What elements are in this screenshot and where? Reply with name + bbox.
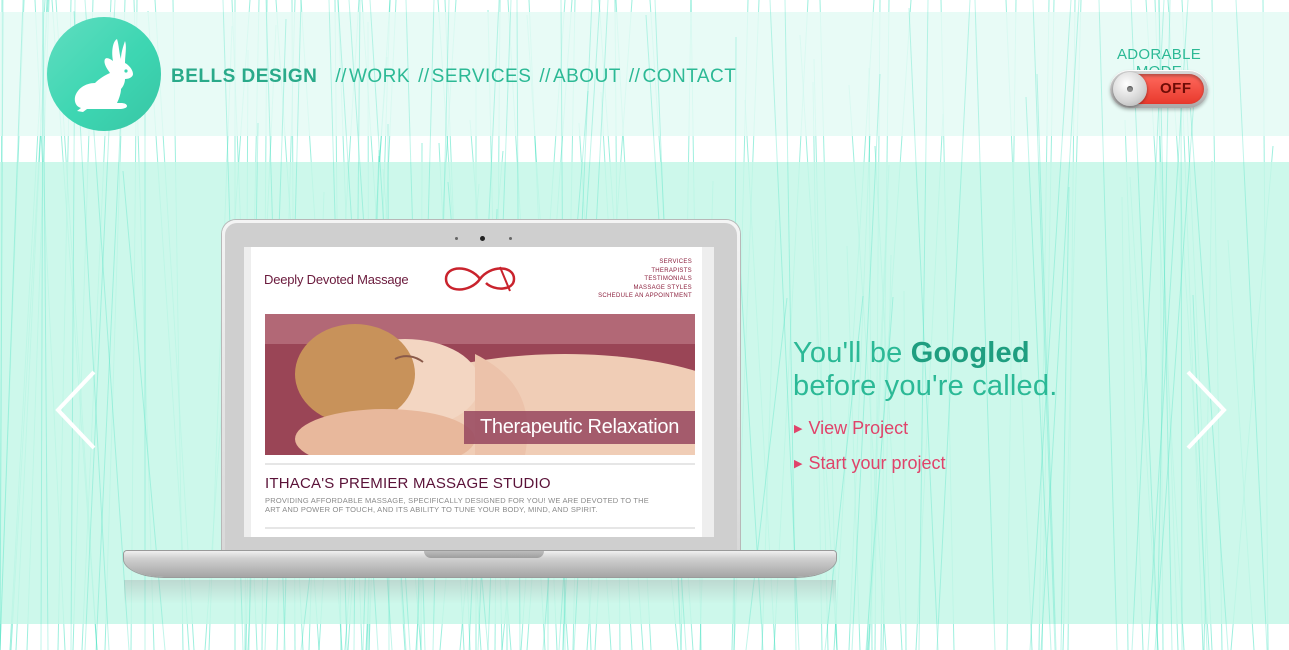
infinity-logo-icon [444, 266, 516, 292]
start-project-link[interactable]: ▶ Start your project [794, 453, 946, 474]
laptop-reflection [124, 580, 836, 604]
nav-separator: // [539, 66, 551, 87]
project-menu-item: THERAPISTS [651, 267, 692, 274]
project-site-title: Deeply Devoted Massage [264, 272, 409, 287]
nav-item-services[interactable]: SERVICES [432, 66, 532, 88]
site-logo[interactable] [47, 17, 161, 131]
toggle-state-label: OFF [1160, 80, 1192, 97]
start-project-label: Start your project [808, 453, 946, 473]
knob-dot-icon [1127, 86, 1133, 92]
triangle-right-icon: ▶ [794, 458, 803, 470]
project-site-body: PROVIDING AFFORDABLE MASSAGE, SPECIFICAL… [265, 496, 649, 514]
chevron-left-icon[interactable] [54, 370, 98, 450]
nav-separator: // [418, 66, 430, 87]
project-menu-item: SERVICES [659, 259, 692, 265]
tagline-prefix: You'll be [793, 337, 911, 369]
project-menu-item: MASSAGE STYLES [633, 284, 692, 291]
camera-sensor [509, 237, 512, 240]
nav-item-contact[interactable]: CONTACT [642, 66, 736, 88]
camera-sensor [455, 237, 458, 240]
nav-item-about[interactable]: ABOUT [553, 66, 621, 88]
project-menu-item: SCHEDULE AN APPOINTMENT [598, 293, 692, 299]
brand-link[interactable]: BELLS DESIGN [171, 66, 317, 88]
camera-icon [480, 236, 485, 241]
laptop-mockup: Deeply Devoted Massage SERVICES THERAPIS… [120, 218, 840, 608]
project-site-menu: SERVICES THERAPISTS TESTIMONIALS MASSAGE… [598, 258, 692, 301]
triangle-right-icon: ▶ [794, 423, 803, 435]
divider [265, 463, 695, 465]
divider [265, 527, 695, 529]
nav-separator: // [335, 66, 347, 87]
view-project-label: View Project [808, 418, 909, 438]
rabbit-icon [74, 39, 133, 112]
adorable-mode-toggle[interactable]: OFF [1110, 70, 1208, 108]
view-project-link[interactable]: ▶ View Project [794, 418, 908, 439]
laptop-base [124, 551, 836, 577]
nav-item-work[interactable]: WORK [349, 66, 410, 88]
screen-edge [244, 247, 251, 537]
tagline-emphasis: Googled [910, 337, 1030, 369]
chevron-right-icon[interactable] [1184, 370, 1228, 450]
massage-photo: Therapeutic Relaxation [265, 314, 695, 455]
screen-edge [702, 247, 714, 537]
project-hero-caption: Therapeutic Relaxation [464, 411, 695, 444]
main-nav: BELLS DESIGN // WORK // SERVICES // ABOU… [171, 66, 736, 88]
toggle-knob[interactable] [1113, 72, 1147, 106]
project-site-heading: ITHACA'S PREMIER MASSAGE STUDIO [265, 475, 551, 492]
tagline-line2: before you're called. [793, 370, 1058, 402]
nav-separator: // [628, 66, 641, 87]
laptop-notch [424, 551, 544, 558]
hero-tagline: You'll be Googled before you're called. [793, 337, 1057, 403]
project-menu-item: TESTIMONIALS [644, 276, 692, 282]
laptop-screen[interactable]: Deeply Devoted Massage SERVICES THERAPIS… [244, 247, 714, 537]
